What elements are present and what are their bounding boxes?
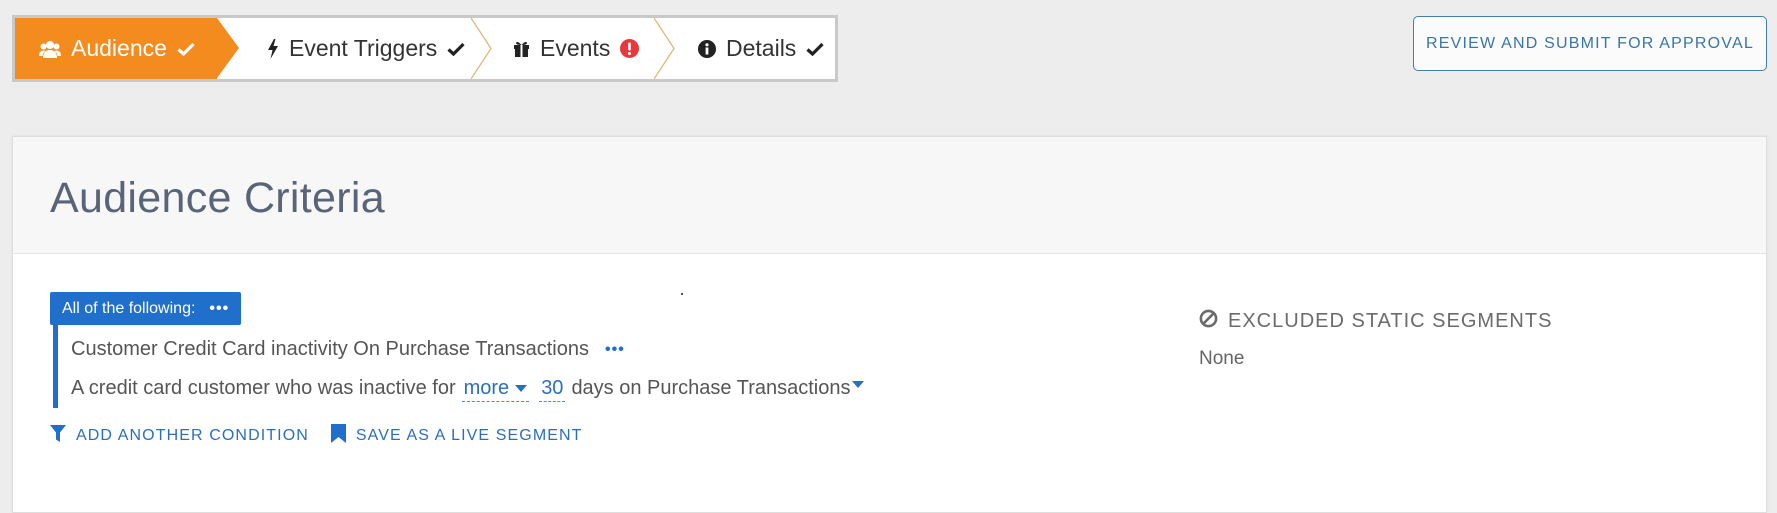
step-audience[interactable]: Audience [15,18,239,79]
condition-desc-prefix: A credit card customer who was inactive … [71,377,456,399]
excluded-segments: EXCLUDED STATIC SEGMENTS None [1199,309,1552,370]
check-icon [447,42,465,56]
step-events-label: Events [540,35,611,61]
save-segment-button[interactable]: SAVE AS A LIVE SEGMENT [330,424,583,448]
step-audience-label: Audience [71,35,167,61]
info-icon [698,39,716,58]
condition-menu-icon[interactable]: ••• [605,341,625,359]
criteria-actions: ADD ANOTHER CONDITION SAVE AS A LIVE SEG… [50,424,583,448]
bookmark-icon [330,424,346,448]
add-condition-label: ADD ANOTHER CONDITION [76,427,309,444]
review-submit-button[interactable]: REVIEW AND SUBMIT FOR APPROVAL [1413,16,1767,71]
filter-icon [50,425,66,447]
error-icon [620,39,640,58]
stray-dot [681,293,683,295]
comparator-value: more [463,377,510,399]
step-event-triggers-label: Event Triggers [289,35,438,61]
ban-icon [1199,309,1218,334]
excluded-value: None [1199,348,1245,369]
save-segment-label: SAVE AS A LIVE SEGMENT [355,427,583,444]
comparator-dropdown[interactable]: more [461,377,530,402]
check-icon [177,42,195,56]
wizard-steps: Audience Event Triggers Events Details [12,15,838,82]
caret-down-icon [852,381,865,388]
step-events[interactable]: Events [471,18,654,79]
step-divider [654,18,678,79]
condition-description: A credit card customer who was inactive … [71,377,865,402]
bolt-icon [267,38,279,59]
transaction-type-dropdown[interactable]: days on Purchase Transactions [571,377,865,400]
condition-title-text: Customer Credit Card inactivity On Purch… [71,338,589,360]
group-menu-icon[interactable]: ••• [209,300,229,318]
days-input[interactable]: 30 [539,377,566,402]
step-details-label: Details [726,35,797,61]
users-icon [39,40,61,58]
step-divider [471,18,495,79]
excluded-heading-text: EXCLUDED STATIC SEGMENTS [1228,310,1553,332]
step-event-triggers[interactable]: Event Triggers [217,18,471,79]
caret-down-icon [515,385,528,392]
condition-desc-suffix: days on Purchase Transactions [571,377,851,399]
gift-icon [513,40,530,57]
condition-group-pill[interactable]: All of the following: ••• [50,292,242,325]
card-header: Audience Criteria [13,137,1766,254]
group-bar [53,325,58,408]
step-details[interactable]: Details [654,18,835,79]
group-label: All of the following: [62,299,196,317]
excluded-heading: EXCLUDED STATIC SEGMENTS [1199,309,1552,334]
audience-criteria-card: Audience Criteria All of the following: … [12,136,1767,513]
page-title: Audience Criteria [50,174,385,222]
condition-title: Customer Credit Card inactivity On Purch… [71,338,625,361]
check-icon [806,42,824,56]
add-condition-button[interactable]: ADD ANOTHER CONDITION [50,424,309,448]
